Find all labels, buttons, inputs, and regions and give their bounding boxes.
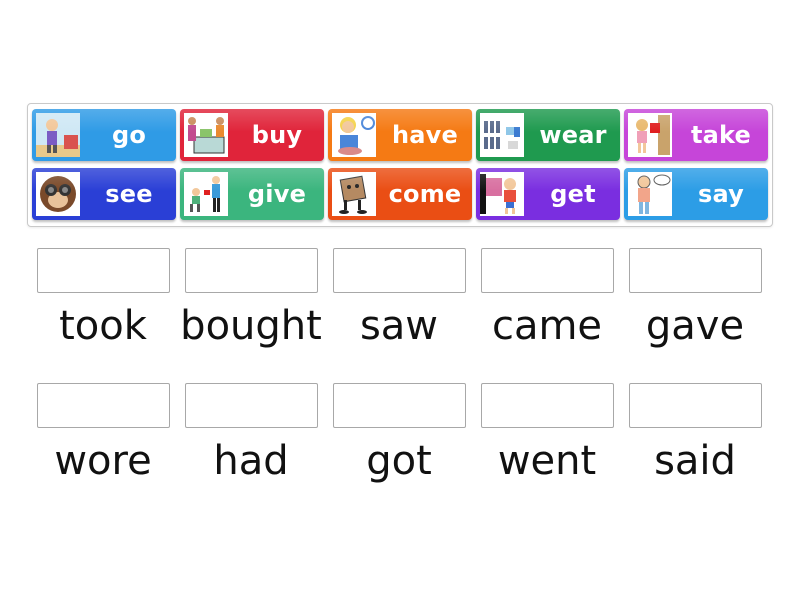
word-tile-label: get [550, 180, 596, 208]
target-label-came: came [491, 303, 603, 349]
word-tile-go[interactable]: go [32, 109, 176, 161]
word-tile-wear[interactable]: wear [476, 109, 620, 161]
word-tile-label: go [111, 121, 147, 149]
target-label-bought: bought [180, 303, 322, 349]
drop-slot-wore[interactable] [37, 383, 170, 428]
word-tile-see[interactable]: see [32, 168, 176, 220]
word-tile-take[interactable]: take [624, 109, 768, 161]
word-tile-give[interactable]: give [180, 168, 324, 220]
word-tile-label: buy [251, 121, 303, 149]
monkey-binoculars-picture [36, 172, 80, 216]
word-tile-get[interactable]: get [476, 168, 620, 220]
drop-slot-saw[interactable] [333, 248, 466, 293]
clothes-picture [480, 113, 524, 157]
word-tile-come[interactable]: come [328, 168, 472, 220]
drop-slot-said[interactable] [629, 383, 762, 428]
target-label-got: got [366, 438, 432, 484]
man-giving-gift-picture [184, 172, 228, 216]
word-tile-label: see [105, 180, 153, 208]
drop-slot-came[interactable] [481, 248, 614, 293]
target-label-took: took [59, 303, 147, 349]
drop-slot-gave[interactable] [629, 248, 762, 293]
word-tile-label: wear [539, 121, 607, 149]
drop-slot-had[interactable] [185, 383, 318, 428]
people-shopping-picture [184, 113, 228, 157]
target-label-gave: gave [645, 303, 745, 349]
boy-eating-picture [332, 113, 376, 157]
word-tile-label: take [690, 121, 752, 149]
target-label-saw: saw [359, 303, 439, 349]
word-tile-label: have [391, 121, 458, 149]
boy-walking-to-school-picture [36, 113, 80, 157]
word-tile-label: come [388, 180, 462, 208]
target-label-said: said [654, 438, 736, 484]
target-label-went: went [497, 438, 597, 484]
word-tile-label: say [698, 180, 744, 208]
word-tile-buy[interactable]: buy [180, 109, 324, 161]
cartoon-character-picture [332, 172, 376, 216]
word-tile-have[interactable]: have [328, 109, 472, 161]
word-tile-label: give [247, 180, 307, 208]
drop-slot-took[interactable] [37, 248, 170, 293]
drop-slot-went[interactable] [481, 383, 614, 428]
girl-taking-book-picture [628, 113, 672, 157]
drop-slot-got[interactable] [333, 383, 466, 428]
word-tile-say[interactable]: say [624, 168, 768, 220]
target-label-had: had [213, 438, 289, 484]
boy-speaking-picture [628, 172, 672, 216]
target-label-wore: wore [54, 438, 152, 484]
boy-with-gift-picture [480, 172, 524, 216]
drop-slot-bought[interactable] [185, 248, 318, 293]
